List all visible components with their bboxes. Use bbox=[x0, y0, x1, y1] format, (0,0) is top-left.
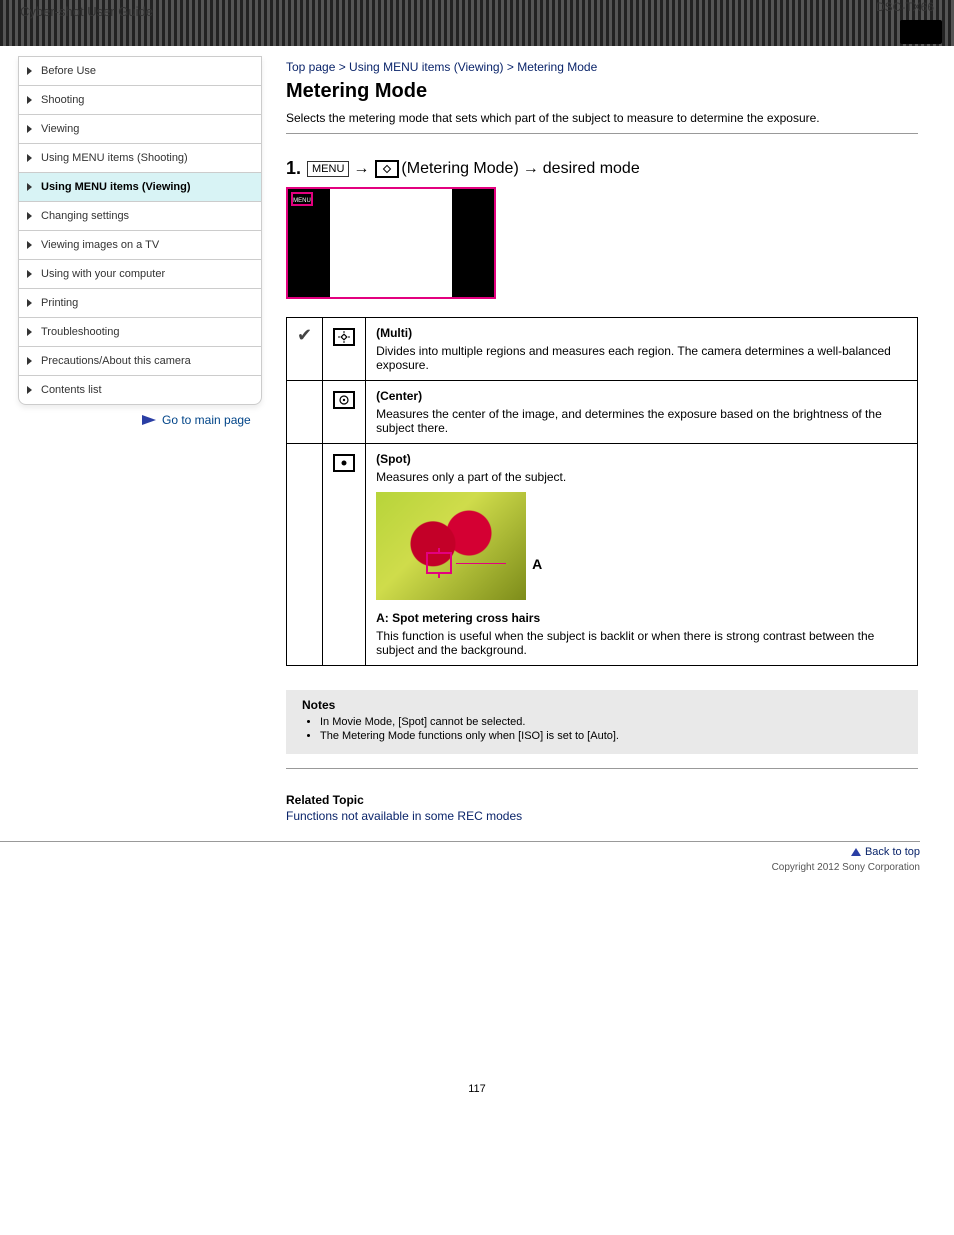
header-chip bbox=[900, 20, 942, 44]
sidebar-item-menu-shooting[interactable]: Using MENU items (Shooting) bbox=[19, 144, 261, 173]
spot-meter-icon bbox=[333, 454, 355, 472]
sidebar-item-tv[interactable]: Viewing images on a TV bbox=[19, 231, 261, 260]
sidebar-item-viewing[interactable]: Viewing bbox=[19, 115, 261, 144]
option-multi-name: (Multi) bbox=[376, 326, 412, 340]
option-center-desc: Measures the center of the image, and de… bbox=[376, 407, 907, 435]
sidebar-item-troubleshooting[interactable]: Troubleshooting bbox=[19, 318, 261, 347]
arrow-right-icon bbox=[142, 415, 156, 425]
options-table: ✔ (Multi) Divides into multiple regions … bbox=[286, 317, 918, 666]
step-meter-label: (Metering Mode) bbox=[401, 160, 518, 178]
note-item: The Metering Mode functions only when [I… bbox=[320, 730, 902, 742]
step-number: 1. bbox=[286, 158, 301, 179]
reticle-desc: This function is useful when the subject… bbox=[376, 629, 907, 657]
divider bbox=[286, 768, 918, 769]
lcd-screen-mock: MENU bbox=[286, 187, 496, 299]
sidebar-item-changing-settings[interactable]: Changing settings bbox=[19, 202, 261, 231]
arrow-icon: → bbox=[353, 160, 369, 178]
multi-meter-icon bbox=[333, 328, 355, 346]
sidebar-item-precautions[interactable]: Precautions/About this camera bbox=[19, 347, 261, 376]
option-center-name: (Center) bbox=[376, 389, 422, 403]
option-spot-desc: Measures only a part of the subject. bbox=[376, 470, 907, 484]
notes-title: Notes bbox=[302, 698, 902, 712]
arrow-icon: → bbox=[523, 160, 539, 178]
metering-mode-icon bbox=[375, 160, 399, 178]
related-topic-title: Related Topic bbox=[286, 793, 918, 807]
notes-box: Notes In Movie Mode, [Spot] cannot be se… bbox=[286, 690, 918, 754]
sidebar-item-before-use[interactable]: Before Use bbox=[19, 57, 261, 86]
footer-divider bbox=[0, 841, 920, 842]
copyright: Copyright 2012 Sony Corporation bbox=[0, 862, 920, 873]
spot-photo: A bbox=[376, 492, 526, 600]
sidebar-item-shooting[interactable]: Shooting bbox=[19, 86, 261, 115]
page-number: 117 bbox=[0, 1083, 954, 1095]
menu-chip: MENU bbox=[307, 161, 349, 177]
sidebar-item-computer[interactable]: Using with your computer bbox=[19, 260, 261, 289]
step-desired: desired mode bbox=[543, 160, 640, 178]
sidebar-item-printing[interactable]: Printing bbox=[19, 289, 261, 318]
spot-reticle-icon bbox=[426, 552, 452, 574]
divider bbox=[286, 133, 918, 134]
brand-title: Cyber-shot User Guide bbox=[20, 4, 153, 19]
checkmark-icon: ✔ bbox=[297, 325, 312, 345]
intro-text: Selects the metering mode that sets whic… bbox=[286, 111, 918, 125]
related-topic-link[interactable]: Functions not available in some REC mode… bbox=[286, 809, 918, 823]
sidebar: Before Use Shooting Viewing Using MENU i… bbox=[18, 56, 262, 405]
go-to-main-link[interactable]: Go to main page bbox=[142, 413, 262, 427]
reticle-label: A: Spot metering cross hairs bbox=[376, 611, 907, 625]
center-meter-icon bbox=[333, 391, 355, 409]
model-name: DSC-TX66 bbox=[876, 0, 934, 14]
step-1: 1. MENU → (Metering Mode) → desired mode bbox=[286, 158, 918, 179]
breadcrumb[interactable]: Top page > Using MENU items (Viewing) > … bbox=[286, 60, 918, 74]
sidebar-item-contents-list[interactable]: Contents list bbox=[19, 376, 261, 404]
back-to-top[interactable]: Back to top bbox=[0, 846, 920, 858]
sidebar-item-menu-viewing[interactable]: Using MENU items (Viewing) bbox=[19, 173, 261, 202]
header-band: Cyber-shot User Guide DSC-TX66 bbox=[0, 0, 954, 46]
option-spot-name: (Spot) bbox=[376, 452, 411, 466]
menu-highlight: MENU bbox=[291, 192, 313, 206]
page-title: Metering Mode bbox=[286, 80, 918, 103]
note-item: In Movie Mode, [Spot] cannot be selected… bbox=[320, 716, 902, 728]
chevron-up-icon bbox=[851, 848, 861, 856]
label-A: A bbox=[532, 556, 542, 572]
option-multi-desc: Divides into multiple regions and measur… bbox=[376, 344, 907, 372]
